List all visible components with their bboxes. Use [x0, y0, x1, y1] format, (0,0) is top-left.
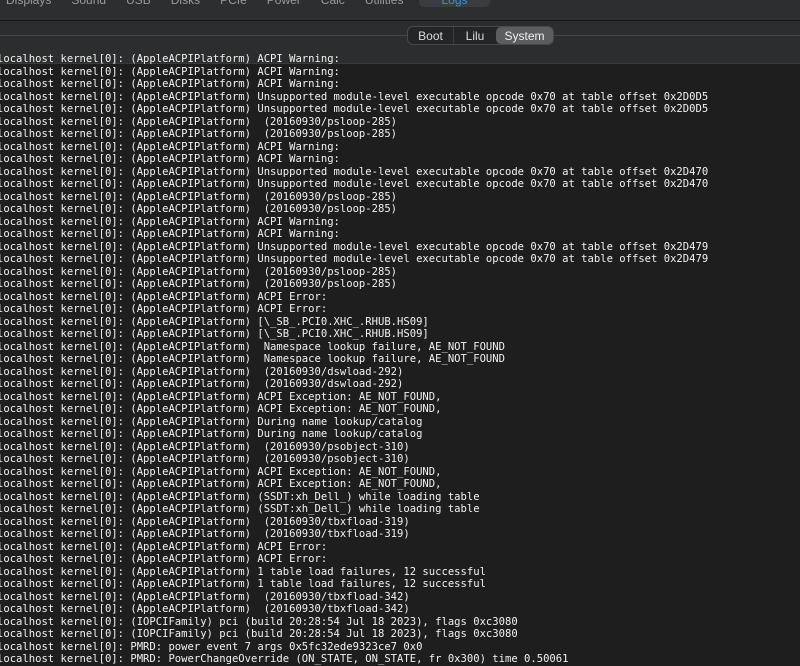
segment-lilu[interactable]: Lilu: [454, 27, 496, 44]
log-line: localhost kernel[0]: (AppleACPIPlatform)…: [0, 403, 442, 415]
log-line: localhost kernel[0]: (AppleACPIPlatform)…: [0, 340, 505, 353]
log-line: localhost kernel[0]: (AppleACPIPlatform)…: [0, 290, 328, 303]
log-line: localhost kernel[0]: (AppleACPIPlatform)…: [0, 228, 340, 240]
log-line: localhost kernel[0]: (AppleACPIPlatform)…: [0, 590, 410, 603]
log-line: localhost kernel[0]: (AppleACPIPlatform)…: [0, 278, 398, 290]
log-line: localhost kernel[0]: (AppleACPIPlatform)…: [0, 553, 328, 565]
system-log-view[interactable]: localhost kernel[0]: (AppleACPIPlatform)…: [0, 53, 800, 666]
log-line: localhost kernel[0]: (AppleACPIPlatform)…: [0, 153, 340, 165]
log-line: localhost kernel[0]: (AppleACPIPlatform)…: [0, 515, 410, 528]
log-line: localhost kernel[0]: (AppleACPIPlatform)…: [0, 565, 486, 578]
log-line: localhost kernel[0]: (AppleACPIPlatform)…: [0, 540, 328, 553]
log-line: localhost kernel[0]: (AppleACPIPlatform)…: [0, 165, 709, 178]
main-tab-utilities[interactable]: Utilities: [361, 0, 420, 7]
log-line: localhost kernel[0]: (AppleACPIPlatform)…: [0, 253, 709, 265]
log-line: localhost kernel[0]: (AppleACPIPlatform)…: [0, 115, 398, 128]
main-tab-logs[interactable]: Logs: [419, 0, 490, 7]
log-line: localhost kernel[0]: (AppleACPIPlatform)…: [0, 65, 340, 78]
log-line: localhost kernel[0]: (AppleACPIPlatform)…: [0, 503, 480, 515]
log-line: localhost kernel[0]: (AppleACPIPlatform)…: [0, 53, 340, 65]
log-line: localhost kernel[0]: (AppleACPIPlatform)…: [0, 415, 423, 428]
main-tab-displays[interactable]: Displays: [2, 0, 67, 7]
log-line: localhost kernel[0]: (AppleACPIPlatform)…: [0, 478, 442, 490]
main-tab-usb[interactable]: USB: [122, 0, 167, 7]
log-line: localhost kernel[0]: (AppleACPIPlatform)…: [0, 203, 398, 215]
log-line: localhost kernel[0]: (AppleACPIPlatform)…: [0, 78, 340, 90]
log-line: localhost kernel[0]: (AppleACPIPlatform)…: [0, 178, 709, 190]
log-line: localhost kernel[0]: (IOPCIFamily) pci (…: [0, 615, 518, 628]
log-line: localhost kernel[0]: (AppleACPIPlatform)…: [0, 265, 398, 278]
segment-boot[interactable]: Boot: [408, 27, 454, 44]
main-tab-calc[interactable]: Calc: [317, 0, 361, 7]
log-line: localhost kernel[0]: (AppleACPIPlatform)…: [0, 378, 404, 390]
log-line: localhost kernel[0]: (AppleACPIPlatform)…: [0, 90, 709, 103]
log-line: localhost kernel[0]: (AppleACPIPlatform)…: [0, 528, 410, 540]
main-tab-sound[interactable]: Sound: [67, 0, 122, 7]
log-line: localhost kernel[0]: PMRD: power event 7…: [0, 640, 423, 653]
log-line: localhost kernel[0]: PMRD: PowerChangeOv…: [0, 653, 569, 665]
main-tab-pcie[interactable]: PCIe: [216, 0, 263, 7]
log-line: localhost kernel[0]: (AppleACPIPlatform)…: [0, 465, 442, 478]
log-line: localhost kernel[0]: (IOPCIFamily) pci (…: [0, 628, 518, 640]
log-line: localhost kernel[0]: (AppleACPIPlatform)…: [0, 353, 505, 365]
main-tab-disks[interactable]: Disks: [167, 0, 216, 7]
main-tabs: Displays Sound USB Disks PCIe Power Calc Utilit…: [2, 0, 490, 7]
log-line: localhost kernel[0]: (AppleACPIPlatform)…: [0, 240, 709, 253]
log-line: localhost kernel[0]: (AppleACPIPlatform)…: [0, 328, 429, 340]
log-line: localhost kernel[0]: (AppleACPIPlatform)…: [0, 315, 429, 328]
log-line: localhost kernel[0]: (AppleACPIPlatform)…: [0, 215, 340, 228]
log-line: localhost kernel[0]: (AppleACPIPlatform)…: [0, 103, 709, 115]
log-line: localhost kernel[0]: (AppleACPIPlatform)…: [0, 490, 480, 503]
log-line: localhost kernel[0]: (AppleACPIPlatform)…: [0, 140, 340, 153]
log-line: localhost kernel[0]: (AppleACPIPlatform)…: [0, 190, 398, 203]
log-line: localhost kernel[0]: (AppleACPIPlatform)…: [0, 453, 410, 465]
log-line: localhost kernel[0]: (AppleACPIPlatform)…: [0, 303, 328, 315]
main-tab-power[interactable]: Power: [263, 0, 317, 7]
main-tab-bar: Displays Sound USB Disks PCIe Power Calc Utilit…: [0, 0, 800, 21]
log-line: localhost kernel[0]: (AppleACPIPlatform)…: [0, 365, 404, 378]
log-line: localhost kernel[0]: (AppleACPIPlatform)…: [0, 128, 398, 140]
log-line: localhost kernel[0]: (AppleACPIPlatform)…: [0, 440, 410, 453]
segment-system[interactable]: System: [496, 27, 553, 44]
log-line: localhost kernel[0]: (AppleACPIPlatform)…: [0, 603, 410, 615]
log-source-segmented-control: Boot Lilu System: [407, 26, 554, 45]
log-line: localhost kernel[0]: (AppleACPIPlatform)…: [0, 390, 442, 403]
log-line: localhost kernel[0]: (AppleACPIPlatform)…: [0, 428, 423, 440]
divider: [0, 35, 800, 36]
log-line: localhost kernel[0]: (AppleACPIPlatform)…: [0, 578, 486, 590]
